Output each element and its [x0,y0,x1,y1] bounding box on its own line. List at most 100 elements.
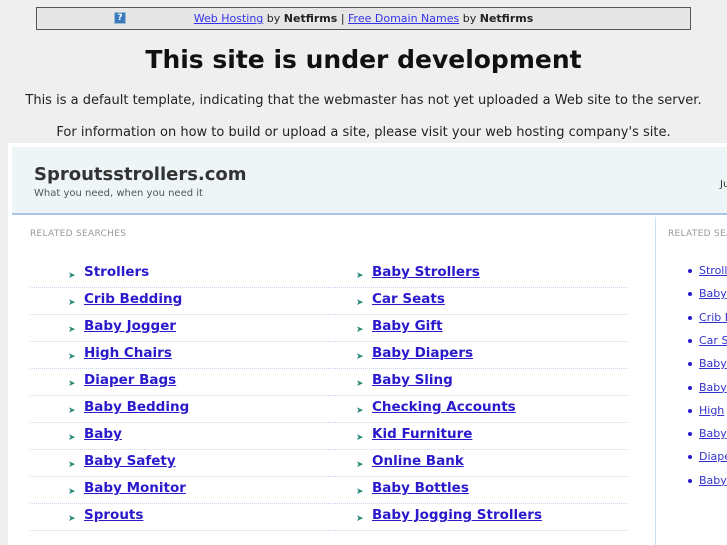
bullet-icon [688,408,692,413]
arrow-icon: ➤ [68,460,76,470]
arrow-icon: ➤ [356,406,364,416]
search-row: ➤ Baby Bedding [30,396,329,423]
search-link[interactable]: Online Bank [372,453,464,469]
search-link[interactable]: Kid Furniture [372,426,472,442]
arrow-icon: ➤ [356,352,364,362]
header-right-text: Ju [720,179,727,190]
netfirms-brand: Netfirms [283,12,338,25]
arrow-icon: ➤ [356,379,364,389]
search-link[interactable]: Sprouts [84,507,143,523]
bullet-icon [688,362,692,367]
sidebar-link[interactable]: Baby [699,427,727,440]
search-row: ➤ Crib Bedding [30,288,329,315]
search-link[interactable]: Baby Safety [84,453,176,469]
search-row: ➤ Checking Accounts [329,396,628,423]
sidebar-item[interactable]: Baby [688,474,727,487]
page-title: This site is under development [145,45,582,74]
search-row: ➤ Baby Strollers [329,261,628,288]
search-row: ➤ Baby Sling [329,369,628,396]
search-link[interactable]: Baby Bottles [372,480,469,496]
search-row: ➤ Diaper Bags [30,369,329,396]
bullet-icon [688,338,692,343]
search-link[interactable]: Strollers [84,264,149,280]
search-link[interactable]: Diaper Bags [84,372,176,388]
sidebar-item[interactable]: High [688,404,724,417]
sidebar-link[interactable]: Crib B [699,311,727,324]
search-link[interactable]: Baby Bedding [84,399,189,415]
sidebar-link[interactable]: Baby [699,474,727,487]
free-domain-link[interactable]: Free Domain Names [348,12,459,25]
search-link[interactable]: Crib Bedding [84,291,182,307]
bullet-icon [688,292,692,297]
netfirms-brand: Netfirms [479,12,534,25]
arrow-icon: ➤ [356,325,364,335]
search-link[interactable]: Baby Jogger [84,318,176,334]
search-link[interactable]: Baby Gift [372,318,443,334]
message-info: For information on how to build or uploa… [56,125,671,140]
search-row: ➤ Online Bank [329,450,628,477]
arrow-icon: ➤ [68,325,76,335]
sidebar-link[interactable]: Baby [699,381,727,394]
search-column-2: ➤ Baby Strollers ➤ Car Seats ➤ Baby Gift ➤ Baby… [329,261,628,531]
sidebar-label: RELATED SEA [668,229,727,239]
sidebar-item[interactable]: Stroll [688,264,727,277]
help-icon[interactable]: ? [114,12,126,24]
bullet-icon [688,315,692,320]
web-hosting-link[interactable]: Web Hosting [194,12,264,25]
by-text: by [462,12,477,25]
sidebar-item[interactable]: Diape [688,450,727,463]
separator: | [340,12,345,25]
sidebar-link[interactable]: High [699,404,724,417]
bullet-icon [688,455,692,460]
arrow-icon: ➤ [68,352,76,362]
sidebar-link[interactable]: Diape [699,450,727,463]
search-link[interactable]: Baby Strollers [372,264,480,280]
sidebar-item[interactable]: Car S [688,334,727,347]
search-row: ➤ Baby Jogger [30,315,329,342]
bullet-icon [688,385,692,390]
search-row: ➤ Baby Diapers [329,342,628,369]
search-row: ➤ Strollers [30,261,329,288]
search-link[interactable]: Baby Diapers [372,345,473,361]
bullet-icon [688,432,692,437]
arrow-icon: ➤ [68,271,76,281]
sidebar-item[interactable]: Crib B [688,311,727,324]
search-column-1: ➤ Strollers ➤ Crib Bedding ➤ Baby Jogger ➤ High… [30,261,329,531]
search-link[interactable]: Baby [84,426,122,442]
sidebar-link[interactable]: Car S [699,334,727,347]
sidebar-item[interactable]: Baby [688,357,727,370]
by-text: by [266,12,281,25]
bullet-icon [688,269,692,273]
sidebar-link[interactable]: Baby [699,287,727,300]
search-link[interactable]: Baby Monitor [84,480,186,496]
search-row: ➤ Car Seats [329,288,628,315]
site-name: Sproutsstrollers.com [34,164,247,185]
arrow-icon: ➤ [356,514,364,524]
arrow-icon: ➤ [356,487,364,497]
related-searches-label: RELATED SEARCHES [30,229,127,239]
search-link[interactable]: Baby Sling [372,372,453,388]
message-default: This is a default template, indicating t… [25,93,702,108]
sidebar-item[interactable]: Baby [688,427,727,440]
search-link[interactable]: Car Seats [372,291,445,307]
arrow-icon: ➤ [356,433,364,443]
search-link[interactable]: Baby Jogging Strollers [372,507,542,523]
search-row: ➤ Baby Safety [30,450,329,477]
sidebar-link[interactable]: Baby [699,357,727,370]
search-row: ➤ Baby Monitor [30,477,329,504]
search-link[interactable]: Checking Accounts [372,399,516,415]
arrow-icon: ➤ [68,433,76,443]
bullet-icon [688,478,692,483]
search-row: ➤ Baby Gift [329,315,628,342]
arrow-icon: ➤ [356,460,364,470]
search-row: ➤ High Chairs [30,342,329,369]
search-row: ➤ Baby Bottles [329,477,628,504]
search-link[interactable]: High Chairs [84,345,172,361]
sidebar-item[interactable]: Baby [688,381,727,394]
related-searches-sidebar: RELATED SEA Stroll Baby Crib B Car S Baby Bab… [660,217,727,545]
sidebar-item[interactable]: Baby [688,287,727,300]
sidebar-link[interactable]: Stroll [699,264,727,277]
search-row: ➤ Sprouts [30,504,329,531]
parked-page-panel: Sproutsstrollers.com What you need, when… [8,143,727,545]
arrow-icon: ➤ [68,514,76,524]
